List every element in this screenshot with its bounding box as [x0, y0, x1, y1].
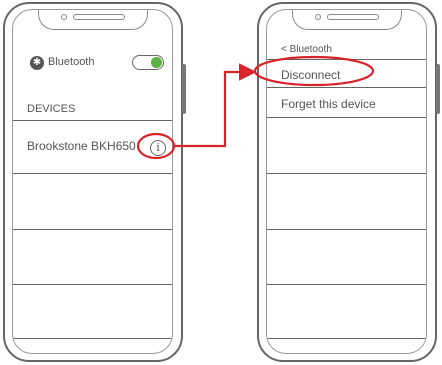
divider — [267, 173, 426, 174]
speaker-icon — [326, 14, 379, 20]
devices-header: DEVICES — [27, 103, 76, 115]
divider — [13, 284, 172, 285]
divider — [267, 229, 426, 230]
divider — [267, 117, 426, 118]
right-phone-notch — [291, 10, 402, 30]
device-name[interactable]: Brookstone BKH650 — [27, 139, 136, 153]
bluetooth-toggle[interactable] — [132, 55, 164, 70]
divider — [267, 338, 426, 339]
left-phone-notch — [37, 10, 148, 30]
bluetooth-label: Bluetooth — [48, 56, 95, 68]
camera-icon — [314, 14, 321, 20]
right-phone-screen: < Bluetooth Disconnect Forget this devic… — [266, 9, 427, 354]
divider — [13, 338, 172, 339]
left-phone: ✱ Bluetooth DEVICES Brookstone BKH650 i — [3, 2, 186, 362]
divider — [267, 87, 426, 88]
back-link[interactable]: < Bluetooth — [281, 44, 332, 55]
toggle-knob — [151, 57, 162, 68]
left-phone-side-button — [182, 64, 186, 114]
divider — [13, 173, 172, 174]
divider — [267, 59, 426, 60]
info-icon[interactable]: i — [150, 140, 166, 156]
right-phone-side-button — [436, 64, 440, 114]
camera-icon — [60, 14, 67, 20]
left-phone-screen: ✱ Bluetooth DEVICES Brookstone BKH650 i — [12, 9, 173, 354]
divider — [267, 284, 426, 285]
forget-device-item[interactable]: Forget this device — [281, 97, 376, 111]
divider — [13, 120, 172, 121]
right-phone: < Bluetooth Disconnect Forget this devic… — [257, 2, 440, 362]
bluetooth-icon: ✱ — [30, 56, 44, 70]
divider — [13, 229, 172, 230]
speaker-icon — [72, 14, 125, 20]
disconnect-item[interactable]: Disconnect — [281, 68, 340, 82]
